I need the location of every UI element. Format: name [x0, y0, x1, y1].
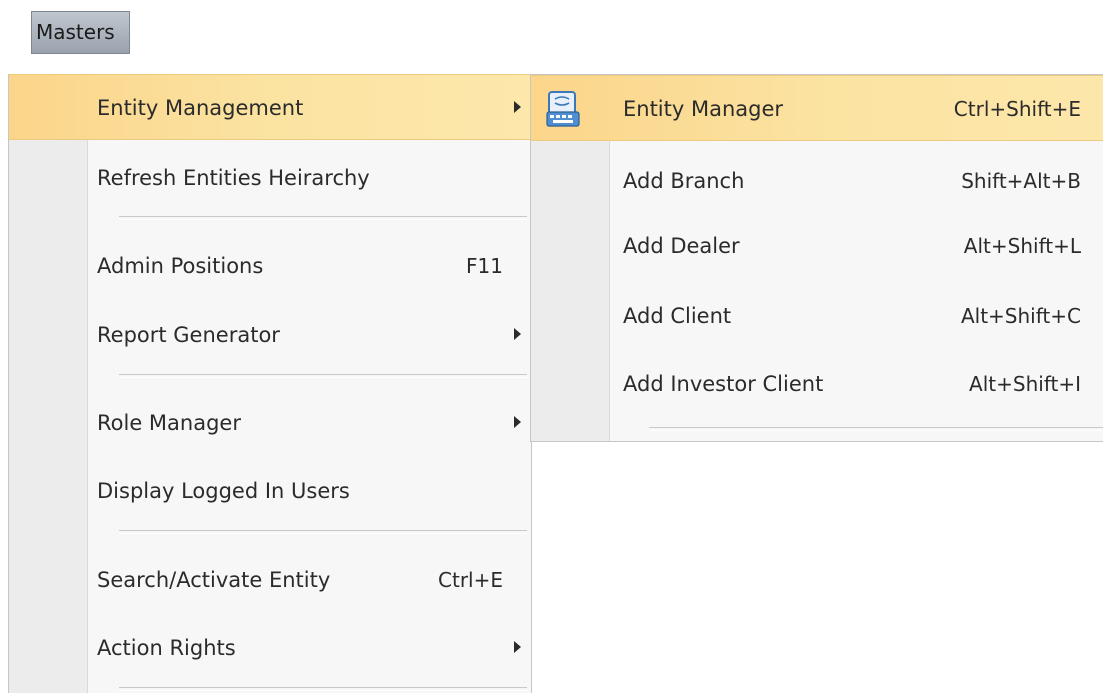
menu-item-label: Action Rights — [97, 636, 236, 660]
submenu-item-label: Add Branch — [623, 169, 745, 193]
submenu-item-label: Entity Manager — [623, 97, 784, 121]
submenu-arrow-icon — [514, 328, 521, 340]
submenu-item-shortcut: Alt+Shift+I — [969, 372, 1081, 396]
menu-item-label: Role Manager — [97, 411, 241, 435]
menu-item-label: Search/Activate Entity — [97, 568, 331, 592]
submenu-item-label: Add Investor Client — [623, 372, 824, 396]
masters-menu-button[interactable]: Masters — [31, 11, 130, 54]
submenu-item-add-branch[interactable]: Add Branch Shift+Alt+B — [531, 148, 1103, 214]
menu-separator — [119, 687, 527, 691]
submenu-item-entity-manager[interactable]: Entity Manager Ctrl+Shift+E — [531, 75, 1103, 141]
menu-separator — [649, 427, 1103, 431]
screen: Masters Entity Management Refresh Entiti… — [0, 0, 1103, 693]
menu-item-label: Entity Management — [97, 96, 304, 120]
menu-item-admin-positions[interactable]: Admin Positions F11 — [9, 233, 531, 299]
menu-item-label: Refresh Entities Heirarchy — [97, 166, 370, 190]
menu-item-label: Report Generator — [97, 323, 280, 347]
menu-item-shortcut: F11 — [466, 254, 503, 278]
menu-separator — [119, 374, 527, 378]
menu-item-shortcut: Ctrl+E — [438, 568, 503, 592]
menu-item-action-rights[interactable]: Action Rights — [9, 615, 531, 681]
menu-item-report-generator[interactable]: Report Generator — [9, 302, 531, 368]
submenu-item-add-investor-client[interactable]: Add Investor Client Alt+Shift+I — [531, 351, 1103, 417]
menu-item-entity-management[interactable]: Entity Management — [9, 74, 531, 140]
menu-separator — [119, 530, 527, 534]
menu-item-label: Display Logged In Users — [97, 479, 350, 503]
submenu-item-add-client[interactable]: Add Client Alt+Shift+C — [531, 283, 1103, 349]
submenu-item-shortcut: Shift+Alt+B — [961, 169, 1081, 193]
keyboard-icon — [546, 91, 580, 127]
entity-management-submenu: Entity Manager Ctrl+Shift+E Add Branch S… — [530, 74, 1103, 442]
menu-item-search-activate-entity[interactable]: Search/Activate Entity Ctrl+E — [9, 547, 531, 613]
submenu-arrow-icon — [514, 641, 521, 653]
menu-item-label: Admin Positions — [97, 254, 264, 278]
submenu-item-shortcut: Alt+Shift+C — [960, 304, 1081, 328]
menu-item-refresh-entities-heirarchy[interactable]: Refresh Entities Heirarchy — [9, 145, 531, 211]
menu-item-role-manager[interactable]: Role Manager — [9, 390, 531, 456]
masters-dropdown-menu: Entity Management Refresh Entities Heira… — [8, 74, 532, 693]
submenu-item-shortcut: Alt+Shift+L — [963, 234, 1081, 258]
submenu-item-add-dealer[interactable]: Add Dealer Alt+Shift+L — [531, 213, 1103, 279]
menu-separator — [119, 216, 527, 220]
submenu-arrow-icon — [514, 101, 521, 113]
submenu-item-label: Add Client — [623, 304, 732, 328]
menu-item-display-logged-in-users[interactable]: Display Logged In Users — [9, 458, 531, 524]
submenu-item-shortcut: Ctrl+Shift+E — [953, 97, 1081, 121]
submenu-item-label: Add Dealer — [623, 234, 740, 258]
submenu-arrow-icon — [514, 416, 521, 428]
